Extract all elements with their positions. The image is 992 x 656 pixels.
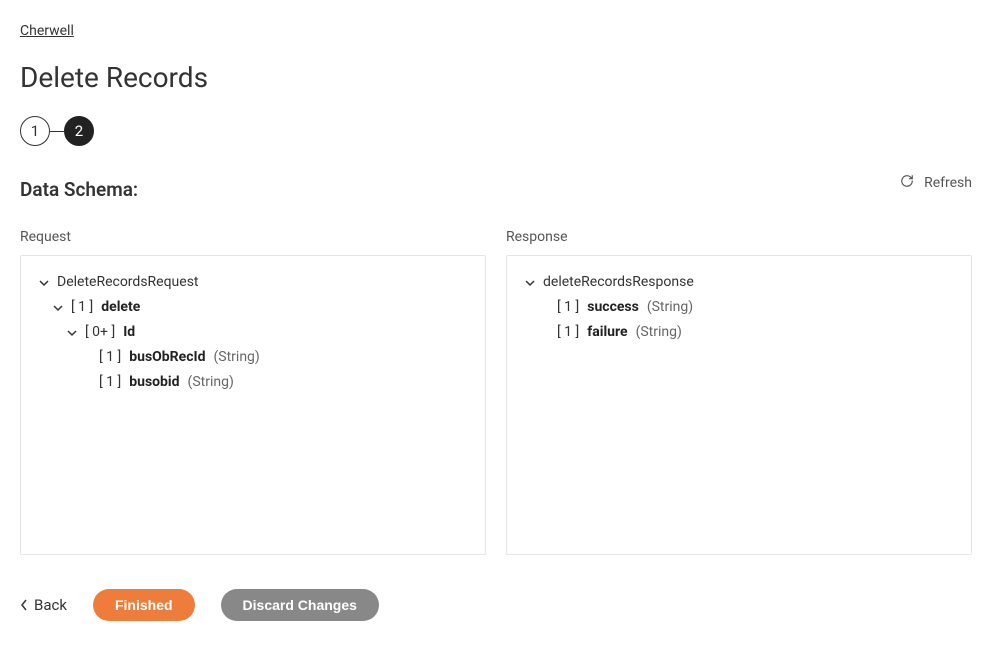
response-root-row: deleteRecordsResponse (525, 272, 953, 293)
section-title: Data Schema: (20, 178, 972, 201)
field-name: Id (123, 322, 135, 343)
request-box: DeleteRecordsRequest [ 1 ] delete [ 0+ ]… (20, 255, 486, 555)
chevron-left-icon (20, 599, 28, 611)
response-column: Response deleteRecordsResponse [ 1 ] suc… (506, 229, 972, 555)
chevron-down-icon[interactable] (53, 303, 63, 313)
chevron-down-icon[interactable] (67, 328, 77, 338)
schema-columns: Request DeleteRecordsRequest [ 1 ] delet… (20, 229, 972, 555)
step-connector (50, 131, 64, 132)
page-title: Delete Records (20, 61, 972, 94)
field-name: success (587, 297, 639, 318)
field-type: (String) (188, 372, 234, 393)
field-name: busObRecId (129, 347, 205, 368)
refresh-icon (900, 174, 914, 192)
discard-button[interactable]: Discard Changes (221, 589, 379, 621)
bracket: [ 1 ] (99, 372, 121, 393)
bracket: [ 1 ] (557, 322, 579, 343)
footer: Back Finished Discard Changes (20, 589, 972, 621)
response-box: deleteRecordsResponse [ 1 ] success (Str… (506, 255, 972, 555)
request-column: Request DeleteRecordsRequest [ 1 ] delet… (20, 229, 486, 555)
field-name: failure (587, 322, 627, 343)
response-label: Response (506, 229, 972, 245)
request-busobrecid-row: [ 1 ] busObRecId (String) (39, 347, 467, 368)
refresh-label: Refresh (924, 175, 972, 191)
bracket: [ 1 ] (71, 297, 93, 318)
back-label: Back (34, 596, 67, 614)
refresh-button[interactable]: Refresh (900, 174, 972, 192)
bracket: [ 1 ] (557, 297, 579, 318)
request-id-row: [ 0+ ] Id (39, 322, 467, 343)
response-failure-row: [ 1 ] failure (String) (525, 322, 953, 343)
schema-wrapper: Data Schema: Refresh Request DeleteRecor… (20, 178, 972, 555)
request-busobid-row: [ 1 ] busobid (String) (39, 372, 467, 393)
finished-button[interactable]: Finished (93, 589, 195, 621)
request-root-name: DeleteRecordsRequest (57, 272, 199, 293)
breadcrumb-link[interactable]: Cherwell (20, 23, 74, 39)
stepper: 1 2 (20, 116, 972, 146)
field-type: (String) (647, 297, 693, 318)
chevron-down-icon[interactable] (39, 278, 49, 288)
request-root-row: DeleteRecordsRequest (39, 272, 467, 293)
chevron-down-icon[interactable] (525, 278, 535, 288)
back-button[interactable]: Back (20, 596, 67, 614)
response-root-name: deleteRecordsResponse (543, 272, 694, 293)
response-success-row: [ 1 ] success (String) (525, 297, 953, 318)
field-type: (String) (213, 347, 259, 368)
bracket: [ 0+ ] (85, 322, 115, 343)
bracket: [ 1 ] (99, 347, 121, 368)
request-label: Request (20, 229, 486, 245)
step-2[interactable]: 2 (64, 116, 94, 146)
request-delete-row: [ 1 ] delete (39, 297, 467, 318)
field-name: delete (101, 297, 140, 318)
field-type: (String) (636, 322, 682, 343)
step-1[interactable]: 1 (20, 116, 50, 146)
field-name: busobid (129, 372, 179, 393)
